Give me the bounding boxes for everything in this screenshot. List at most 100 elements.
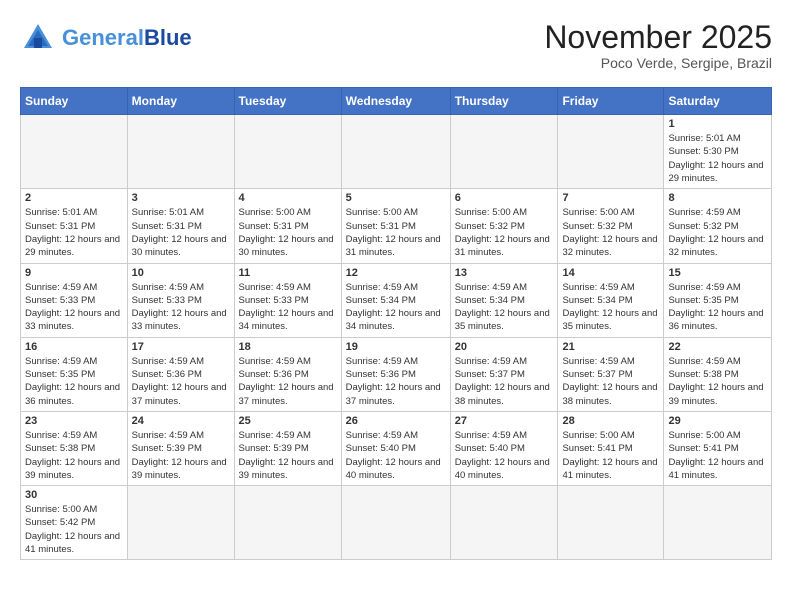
header-thursday: Thursday [450,88,558,115]
day-info: Sunrise: 5:00 AM Sunset: 5:31 PM Dayligh… [346,206,446,259]
day-info: Sunrise: 4:59 AM Sunset: 5:39 PM Dayligh… [239,429,337,482]
day-info: Sunrise: 4:59 AM Sunset: 5:37 PM Dayligh… [562,355,659,408]
header-wednesday: Wednesday [341,88,450,115]
calendar-cell [127,115,234,189]
day-info: Sunrise: 5:00 AM Sunset: 5:41 PM Dayligh… [668,429,767,482]
logo-text: GeneralBlue [62,27,192,49]
calendar-cell: 19Sunrise: 4:59 AM Sunset: 5:36 PM Dayli… [341,337,450,411]
calendar-cell [341,115,450,189]
header-saturday: Saturday [664,88,772,115]
calendar-cell: 28Sunrise: 5:00 AM Sunset: 5:41 PM Dayli… [558,411,664,485]
calendar-week-1: 1Sunrise: 5:01 AM Sunset: 5:30 PM Daylig… [21,115,772,189]
calendar-cell: 10Sunrise: 4:59 AM Sunset: 5:33 PM Dayli… [127,263,234,337]
day-info: Sunrise: 5:00 AM Sunset: 5:31 PM Dayligh… [239,206,337,259]
day-number: 4 [239,192,337,204]
day-info: Sunrise: 5:00 AM Sunset: 5:32 PM Dayligh… [455,206,554,259]
calendar-cell: 25 Sunrise: 4:59 AM Sunset: 5:39 PM Dayli… [234,411,341,485]
day-number: 15 [668,267,767,279]
day-number: 12 [346,267,446,279]
day-number: 13 [455,267,554,279]
calendar-cell: 12 Sunrise: 4:59 AM Sunset: 5:34 PM Dayli… [341,263,450,337]
day-number: 22 [668,341,767,353]
calendar-cell [558,115,664,189]
day-number: 6 [455,192,554,204]
day-number: 5 [346,192,446,204]
day-info: Sunrise: 5:01 AM Sunset: 5:31 PM Dayligh… [132,206,230,259]
calendar-cell: 27 Sunrise: 4:59 AM Sunset: 5:40 PM Dayli… [450,411,558,485]
calendar-week-6: 30Sunrise: 5:00 AM Sunset: 5:42 PM Dayli… [21,486,772,560]
logo: GeneralBlue [20,20,192,56]
day-info: Sunrise: 4:59 AM Sunset: 5:36 PM Dayligh… [132,355,230,408]
day-number: 10 [132,267,230,279]
header-sunday: Sunday [21,88,128,115]
calendar-table: Sunday Monday Tuesday Wednesday Thursday… [20,87,772,560]
calendar-cell: 20 Sunrise: 4:59 AM Sunset: 5:37 PM Dayli… [450,337,558,411]
header-tuesday: Tuesday [234,88,341,115]
calendar-cell: 13 Sunrise: 4:59 AM Sunset: 5:34 PM Dayli… [450,263,558,337]
calendar-cell [234,486,341,560]
calendar-body: 1Sunrise: 5:01 AM Sunset: 5:30 PM Daylig… [21,115,772,560]
calendar-cell: 29 Sunrise: 5:00 AM Sunset: 5:41 PM Dayli… [664,411,772,485]
day-info: Sunrise: 4:59 AM Sunset: 5:34 PM Dayligh… [455,281,554,334]
day-number: 25 [239,415,337,427]
calendar-week-2: 2 Sunrise: 5:01 AM Sunset: 5:31 PM Daylig… [21,189,772,263]
day-number: 3 [132,192,230,204]
day-info: Sunrise: 5:01 AM Sunset: 5:31 PM Dayligh… [25,206,123,259]
calendar-cell: 23Sunrise: 4:59 AM Sunset: 5:38 PM Dayli… [21,411,128,485]
calendar-cell: 18 Sunrise: 4:59 AM Sunset: 5:36 PM Dayli… [234,337,341,411]
calendar-cell: 21Sunrise: 4:59 AM Sunset: 5:37 PM Dayli… [558,337,664,411]
day-info: Sunrise: 4:59 AM Sunset: 5:40 PM Dayligh… [346,429,446,482]
calendar-cell: 26 Sunrise: 4:59 AM Sunset: 5:40 PM Dayli… [341,411,450,485]
day-number: 26 [346,415,446,427]
day-number: 11 [239,267,337,279]
calendar-cell: 9Sunrise: 4:59 AM Sunset: 5:33 PM Daylig… [21,263,128,337]
day-info: Sunrise: 5:00 AM Sunset: 5:32 PM Dayligh… [562,206,659,259]
day-number: 30 [25,489,123,501]
day-number: 7 [562,192,659,204]
day-number: 27 [455,415,554,427]
calendar-cell: 4 Sunrise: 5:00 AM Sunset: 5:31 PM Daylig… [234,189,341,263]
calendar-cell: 15Sunrise: 4:59 AM Sunset: 5:35 PM Dayli… [664,263,772,337]
day-number: 29 [668,415,767,427]
calendar-cell [234,115,341,189]
day-number: 2 [25,192,123,204]
calendar-cell: 2 Sunrise: 5:01 AM Sunset: 5:31 PM Daylig… [21,189,128,263]
day-number: 18 [239,341,337,353]
calendar-header: Sunday Monday Tuesday Wednesday Thursday… [21,88,772,115]
calendar-cell: 22 Sunrise: 4:59 AM Sunset: 5:38 PM Dayli… [664,337,772,411]
day-info: Sunrise: 4:59 AM Sunset: 5:33 PM Dayligh… [25,281,123,334]
calendar-cell [664,486,772,560]
day-number: 20 [455,341,554,353]
calendar-cell: 7 Sunrise: 5:00 AM Sunset: 5:32 PM Daylig… [558,189,664,263]
day-info: Sunrise: 4:59 AM Sunset: 5:34 PM Dayligh… [346,281,446,334]
header-friday: Friday [558,88,664,115]
title-block: November 2025 Poco Verde, Sergipe, Brazi… [544,20,772,71]
calendar-week-5: 23Sunrise: 4:59 AM Sunset: 5:38 PM Dayli… [21,411,772,485]
calendar-cell: 5 Sunrise: 5:00 AM Sunset: 5:31 PM Daylig… [341,189,450,263]
day-info: Sunrise: 4:59 AM Sunset: 5:36 PM Dayligh… [239,355,337,408]
calendar-cell [450,115,558,189]
day-info: Sunrise: 4:59 AM Sunset: 5:38 PM Dayligh… [25,429,123,482]
calendar-cell: 11Sunrise: 4:59 AM Sunset: 5:33 PM Dayli… [234,263,341,337]
day-info: Sunrise: 4:59 AM Sunset: 5:40 PM Dayligh… [455,429,554,482]
day-info: Sunrise: 4:59 AM Sunset: 5:39 PM Dayligh… [132,429,230,482]
calendar-cell: 24Sunrise: 4:59 AM Sunset: 5:39 PM Dayli… [127,411,234,485]
day-number: 8 [668,192,767,204]
calendar-cell: 1Sunrise: 5:01 AM Sunset: 5:30 PM Daylig… [664,115,772,189]
calendar-cell [450,486,558,560]
day-info: Sunrise: 4:59 AM Sunset: 5:36 PM Dayligh… [346,355,446,408]
day-number: 28 [562,415,659,427]
weekday-row: Sunday Monday Tuesday Wednesday Thursday… [21,88,772,115]
day-number: 16 [25,341,123,353]
logo-icon [20,20,56,56]
calendar-week-4: 16Sunrise: 4:59 AM Sunset: 5:35 PM Dayli… [21,337,772,411]
calendar-cell: 30Sunrise: 5:00 AM Sunset: 5:42 PM Dayli… [21,486,128,560]
calendar-cell: 14Sunrise: 4:59 AM Sunset: 5:34 PM Dayli… [558,263,664,337]
page: GeneralBlue November 2025 Poco Verde, Se… [0,0,792,580]
day-info: Sunrise: 4:59 AM Sunset: 5:34 PM Dayligh… [562,281,659,334]
day-number: 1 [668,118,767,130]
calendar-cell [127,486,234,560]
day-info: Sunrise: 4:59 AM Sunset: 5:37 PM Dayligh… [455,355,554,408]
header: GeneralBlue November 2025 Poco Verde, Se… [20,20,772,71]
day-info: Sunrise: 4:59 AM Sunset: 5:38 PM Dayligh… [668,355,767,408]
